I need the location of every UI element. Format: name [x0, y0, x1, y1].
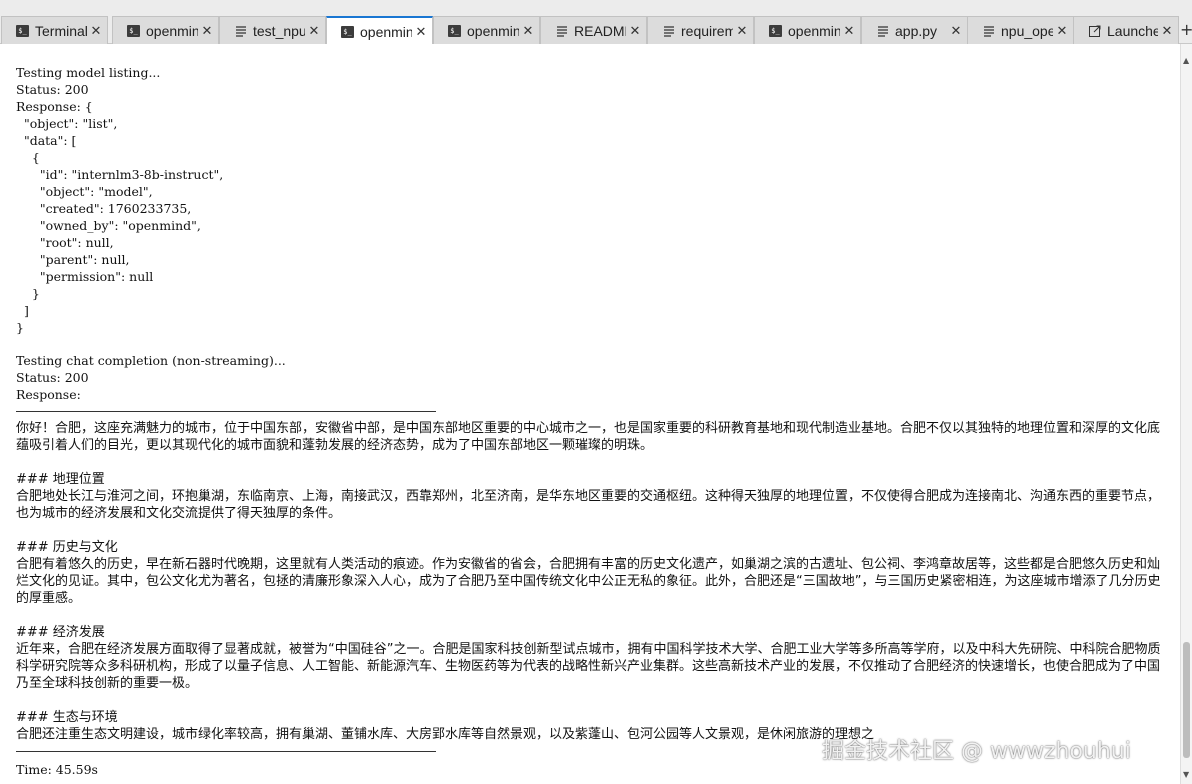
tab-4[interactable]: $_ openmind✕	[433, 16, 540, 44]
tab-10[interactable]: Launcher✕	[1073, 16, 1179, 44]
terminal-icon: $_	[769, 24, 782, 37]
text-file-icon	[662, 25, 675, 37]
separator-line-bottom	[16, 751, 436, 752]
vertical-scrollbar[interactable]: ▲ ▼	[1180, 44, 1192, 784]
scroll-up-arrow-icon[interactable]: ▲	[1183, 56, 1189, 65]
tab-bar: $_Terminal✕$_openmind✕test_npu✕$_openmin…	[0, 0, 1192, 45]
terminal-icon: $_	[341, 25, 354, 38]
text-file-icon	[234, 25, 247, 37]
section-heading: ### 生态与环境	[16, 710, 118, 725]
terminal-output[interactable]: Testing model listing... Status: 200 Res…	[0, 44, 1180, 784]
response-section-history: ### 历史与文化 合肥有着悠久的历史，早在新石器时代晚期，这里就有人类活动的痕…	[16, 539, 1166, 607]
tab-label: README	[574, 22, 626, 39]
chat-response: 你好！合肥，这座充满魅力的城市，位于中国东部，安徽省中部，是中国东部地区重要的中…	[16, 420, 1166, 760]
separator-line-top	[16, 411, 436, 412]
section-body: 合肥有着悠久的历史，早在新石器时代晚期，这里就有人类活动的痕迹。作为安徽省的省会…	[16, 557, 1161, 606]
tab-0[interactable]: $_ Terminal ✕	[1, 16, 108, 44]
tab-9[interactable]: npu_ope ✕	[967, 16, 1074, 44]
tab-3[interactable]: $_ openmind✕	[326, 16, 433, 45]
tab-label: openmind	[467, 22, 519, 39]
add-tab-button[interactable]: +	[1180, 16, 1192, 44]
tab-7[interactable]: $_ openmind✕	[754, 16, 861, 44]
watermark: 掘金技术社区 @ wwwzhouhui	[822, 739, 1131, 764]
response-intro: 你好！合肥，这座充满魅力的城市，位于中国东部，安徽省中部，是中国东部地区重要的中…	[16, 421, 1161, 453]
section-heading: ### 历史与文化	[16, 540, 118, 555]
close-icon[interactable]: ✕	[628, 23, 642, 39]
model-listing-output: Testing model listing... Status: 200 Res…	[16, 65, 224, 335]
section-heading: ### 地理位置	[16, 472, 105, 487]
tab-label: Launcher	[1107, 22, 1158, 39]
tab-label: npu_ope	[1001, 22, 1053, 39]
close-icon[interactable]: ✕	[307, 23, 321, 39]
tab-label: requirements	[681, 22, 733, 39]
launcher-icon	[1088, 25, 1101, 37]
tab-6[interactable]: requirements✕	[647, 16, 754, 44]
terminal-icon: $_	[127, 24, 140, 37]
response-section-geography: ### 地理位置 合肥地处长江与淮河之间，环抱巢湖，东临南京、上海，南接武汉，西…	[16, 471, 1166, 522]
tab-label: Terminal	[35, 22, 87, 39]
close-icon[interactable]: ✕	[1160, 23, 1174, 39]
close-icon[interactable]: ✕	[842, 23, 856, 39]
response-section-economy: ### 经济发展 近年来，合肥在经济发展方面取得了显著成就，被誉为“中国硅谷”之…	[16, 624, 1166, 692]
text-file-icon	[876, 25, 889, 37]
tab-8[interactable]: app.py ✕	[861, 16, 968, 44]
tab-label: openmind	[146, 22, 198, 39]
text-file-icon	[982, 25, 995, 37]
scroll-down-arrow-icon[interactable]: ▼	[1183, 770, 1189, 779]
section-body: 合肥地处长江与淮河之间，环抱巢湖，东临南京、上海，南接武汉，西靠郑州，北至济南，…	[16, 489, 1161, 521]
close-icon[interactable]: ✕	[89, 23, 103, 39]
elapsed-time: Time: 45.59s	[16, 762, 98, 777]
close-icon[interactable]: ✕	[200, 23, 214, 39]
chat-completion-status: Testing chat completion (non-streaming).…	[16, 353, 286, 402]
tab-label: openmind	[360, 23, 412, 40]
tab-5[interactable]: README✕	[540, 16, 647, 44]
section-body: 近年来，合肥在经济发展方面取得了显著成就，被誉为“中国硅谷”之一。合肥是国家科技…	[16, 642, 1161, 691]
section-heading: ### 经济发展	[16, 625, 105, 640]
tab-label: test_npu	[253, 22, 305, 39]
tab-label: app.py	[895, 22, 938, 39]
close-icon[interactable]: ✕	[1055, 23, 1069, 39]
close-icon[interactable]: ✕	[414, 24, 428, 40]
scrollbar-thumb[interactable]	[1183, 642, 1190, 758]
tab-1[interactable]: $_ openmind✕	[112, 16, 219, 44]
tab-label: openmind	[788, 22, 840, 39]
section-body: 合肥还注重生态文明建设，城市绿化率较高，拥有巢湖、董铺水库、大房郢水库等自然景观…	[16, 727, 875, 742]
tab-2[interactable]: test_npu ✕	[219, 16, 326, 44]
close-icon[interactable]: ✕	[521, 23, 535, 39]
text-file-icon	[555, 25, 568, 37]
close-icon[interactable]: ✕	[949, 23, 963, 39]
terminal-icon: $_	[16, 24, 29, 37]
close-icon[interactable]: ✕	[735, 23, 749, 39]
terminal-icon: $_	[448, 24, 461, 37]
